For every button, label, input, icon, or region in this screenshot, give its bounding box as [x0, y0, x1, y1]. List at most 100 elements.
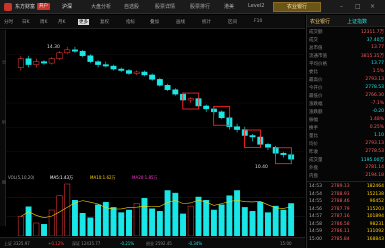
- volume-bar: [218, 204, 225, 236]
- tick-time: 14:59: [309, 229, 322, 234]
- stat-row: 最高价 2793.13: [309, 77, 384, 84]
- toolbar-item-0[interactable]: 分时: [4, 19, 13, 25]
- candle-body[interactable]: [133, 71, 140, 74]
- stock-title-tab[interactable]: 农业银行: [273, 2, 321, 12]
- stat-value: 0.25%: [369, 125, 384, 130]
- toolbar-item-3[interactable]: 月K: [58, 19, 65, 25]
- stat-label: 量比: [309, 134, 318, 139]
- candle-body[interactable]: [141, 71, 148, 76]
- tick-row: 14:53 2789.13 182464: [309, 184, 384, 191]
- stat-label: 振幅: [309, 118, 318, 123]
- toolbar-item-7[interactable]: 叠加: [150, 19, 159, 25]
- candle-body[interactable]: [164, 85, 171, 90]
- volume-bar: [280, 209, 287, 236]
- stat-label: 内盘: [309, 174, 318, 179]
- candle-body[interactable]: [156, 79, 163, 86]
- candle-body[interactable]: [249, 135, 256, 138]
- candle-body[interactable]: [265, 144, 271, 148]
- tick-volume: 98231: [369, 221, 384, 227]
- status-item-0: 上证 3325.97: [4, 241, 30, 246]
- toolbar-item-6[interactable]: 指标: [126, 19, 135, 25]
- app-logo-icon: [4, 3, 12, 11]
- candle-body[interactable]: [280, 152, 287, 155]
- stat-row: 平均价格 13.77: [309, 61, 384, 68]
- close-icon[interactable]: ×: [370, 3, 375, 10]
- quote-header: 农业银行 上证指数: [307, 15, 385, 27]
- stat-value: 13.77: [371, 61, 384, 66]
- minimize-icon[interactable]: –: [340, 3, 343, 10]
- stat-label: 涨跌额: [309, 110, 323, 115]
- open-account-button[interactable]: 开户: [37, 3, 50, 10]
- candle-body[interactable]: [33, 61, 40, 65]
- candle-body[interactable]: [71, 49, 78, 52]
- candle-body[interactable]: [25, 58, 32, 65]
- candle-body[interactable]: [187, 98, 194, 101]
- toolbar-item-4[interactable]: 更多: [78, 19, 89, 25]
- stat-label: 最低价: [309, 94, 323, 99]
- tick-price: 2785.84: [331, 236, 350, 242]
- volume-bar: [71, 200, 78, 236]
- stat-row: 最低价 2766.30: [309, 93, 384, 100]
- candle-body[interactable]: [64, 49, 71, 54]
- volume-bar: [257, 201, 264, 236]
- stat-row: 成交 37.40万: [309, 37, 384, 44]
- candle-body[interactable]: [48, 58, 55, 64]
- tick-row: 15:00 2785.84 168843: [309, 237, 384, 244]
- stat-row: 今开价 2778.53: [309, 85, 384, 92]
- menu-item-5[interactable]: 港美: [224, 3, 234, 10]
- candle-body[interactable]: [172, 89, 179, 95]
- toolbar-item-9[interactable]: 统计: [202, 19, 211, 25]
- candle-body[interactable]: [110, 65, 117, 70]
- candle-body[interactable]: [79, 51, 86, 56]
- menu-item-4[interactable]: 股票排行: [190, 3, 210, 10]
- volume-bar: [102, 201, 109, 236]
- volume-bar: [272, 205, 279, 236]
- toolbar-item-2[interactable]: 周K: [40, 19, 47, 25]
- volume-bar: [48, 209, 55, 236]
- candle-body[interactable]: [218, 111, 225, 119]
- quote-code[interactable]: 上证指数: [347, 18, 367, 25]
- stat-label: 外盘: [309, 166, 318, 171]
- candle-body[interactable]: [126, 70, 132, 74]
- candle-body[interactable]: [234, 126, 241, 130]
- toolbar-item-11[interactable]: F10: [254, 19, 262, 24]
- status-item-2: 深证 12435.77: [72, 241, 101, 246]
- tick-row: 14:54 2788.93 152138: [309, 192, 384, 199]
- candle-body[interactable]: [149, 74, 156, 80]
- volume-bar: [110, 207, 117, 236]
- toolbar-item-1[interactable]: 日K: [22, 19, 29, 25]
- volume-bar: [164, 190, 171, 236]
- candle-body[interactable]: [87, 55, 94, 62]
- maximize-icon[interactable]: □: [355, 3, 361, 10]
- stat-label: 均价: [309, 142, 318, 147]
- volume-bar: [156, 211, 163, 236]
- stat-row: 换手 0.25%: [309, 125, 384, 132]
- candle-body[interactable]: [118, 68, 125, 71]
- toolbar-item-10[interactable]: 区间: [228, 19, 237, 25]
- menu-item-0[interactable]: 沪深: [62, 3, 72, 10]
- high-price-label: 14.30: [47, 44, 60, 50]
- menu-item-2[interactable]: 自选股: [124, 3, 139, 10]
- menu-item-3[interactable]: 股票详情: [155, 3, 175, 10]
- tick-volume: 152138: [366, 191, 384, 197]
- volume-chart[interactable]: [7, 178, 305, 236]
- candle-body[interactable]: [41, 61, 47, 64]
- stat-label: 昨收: [309, 150, 318, 155]
- toolbar-item-8[interactable]: 画线: [176, 19, 185, 25]
- toolbar-item-5[interactable]: 复权: [100, 19, 109, 25]
- stat-label: 成交额: [309, 30, 323, 35]
- menu-item-6[interactable]: Level2: [248, 3, 264, 9]
- menu-item-1[interactable]: 大盘分析: [91, 3, 111, 10]
- stat-value: 2778.53: [365, 85, 384, 90]
- candle-body[interactable]: [203, 105, 210, 110]
- candlestick-chart[interactable]: 14.30 10.40: [7, 30, 305, 176]
- volume-bar: [79, 213, 86, 236]
- candle-body[interactable]: [17, 58, 24, 68]
- candle-body[interactable]: [95, 61, 102, 65]
- tick-price: 2786.11: [331, 229, 350, 234]
- candle-body[interactable]: [56, 52, 63, 59]
- stat-label: 涨跌幅: [309, 102, 323, 107]
- candle-body[interactable]: [102, 64, 109, 67]
- tick-volume: 182464: [366, 184, 384, 189]
- status-item-3: -0.21%: [120, 241, 135, 246]
